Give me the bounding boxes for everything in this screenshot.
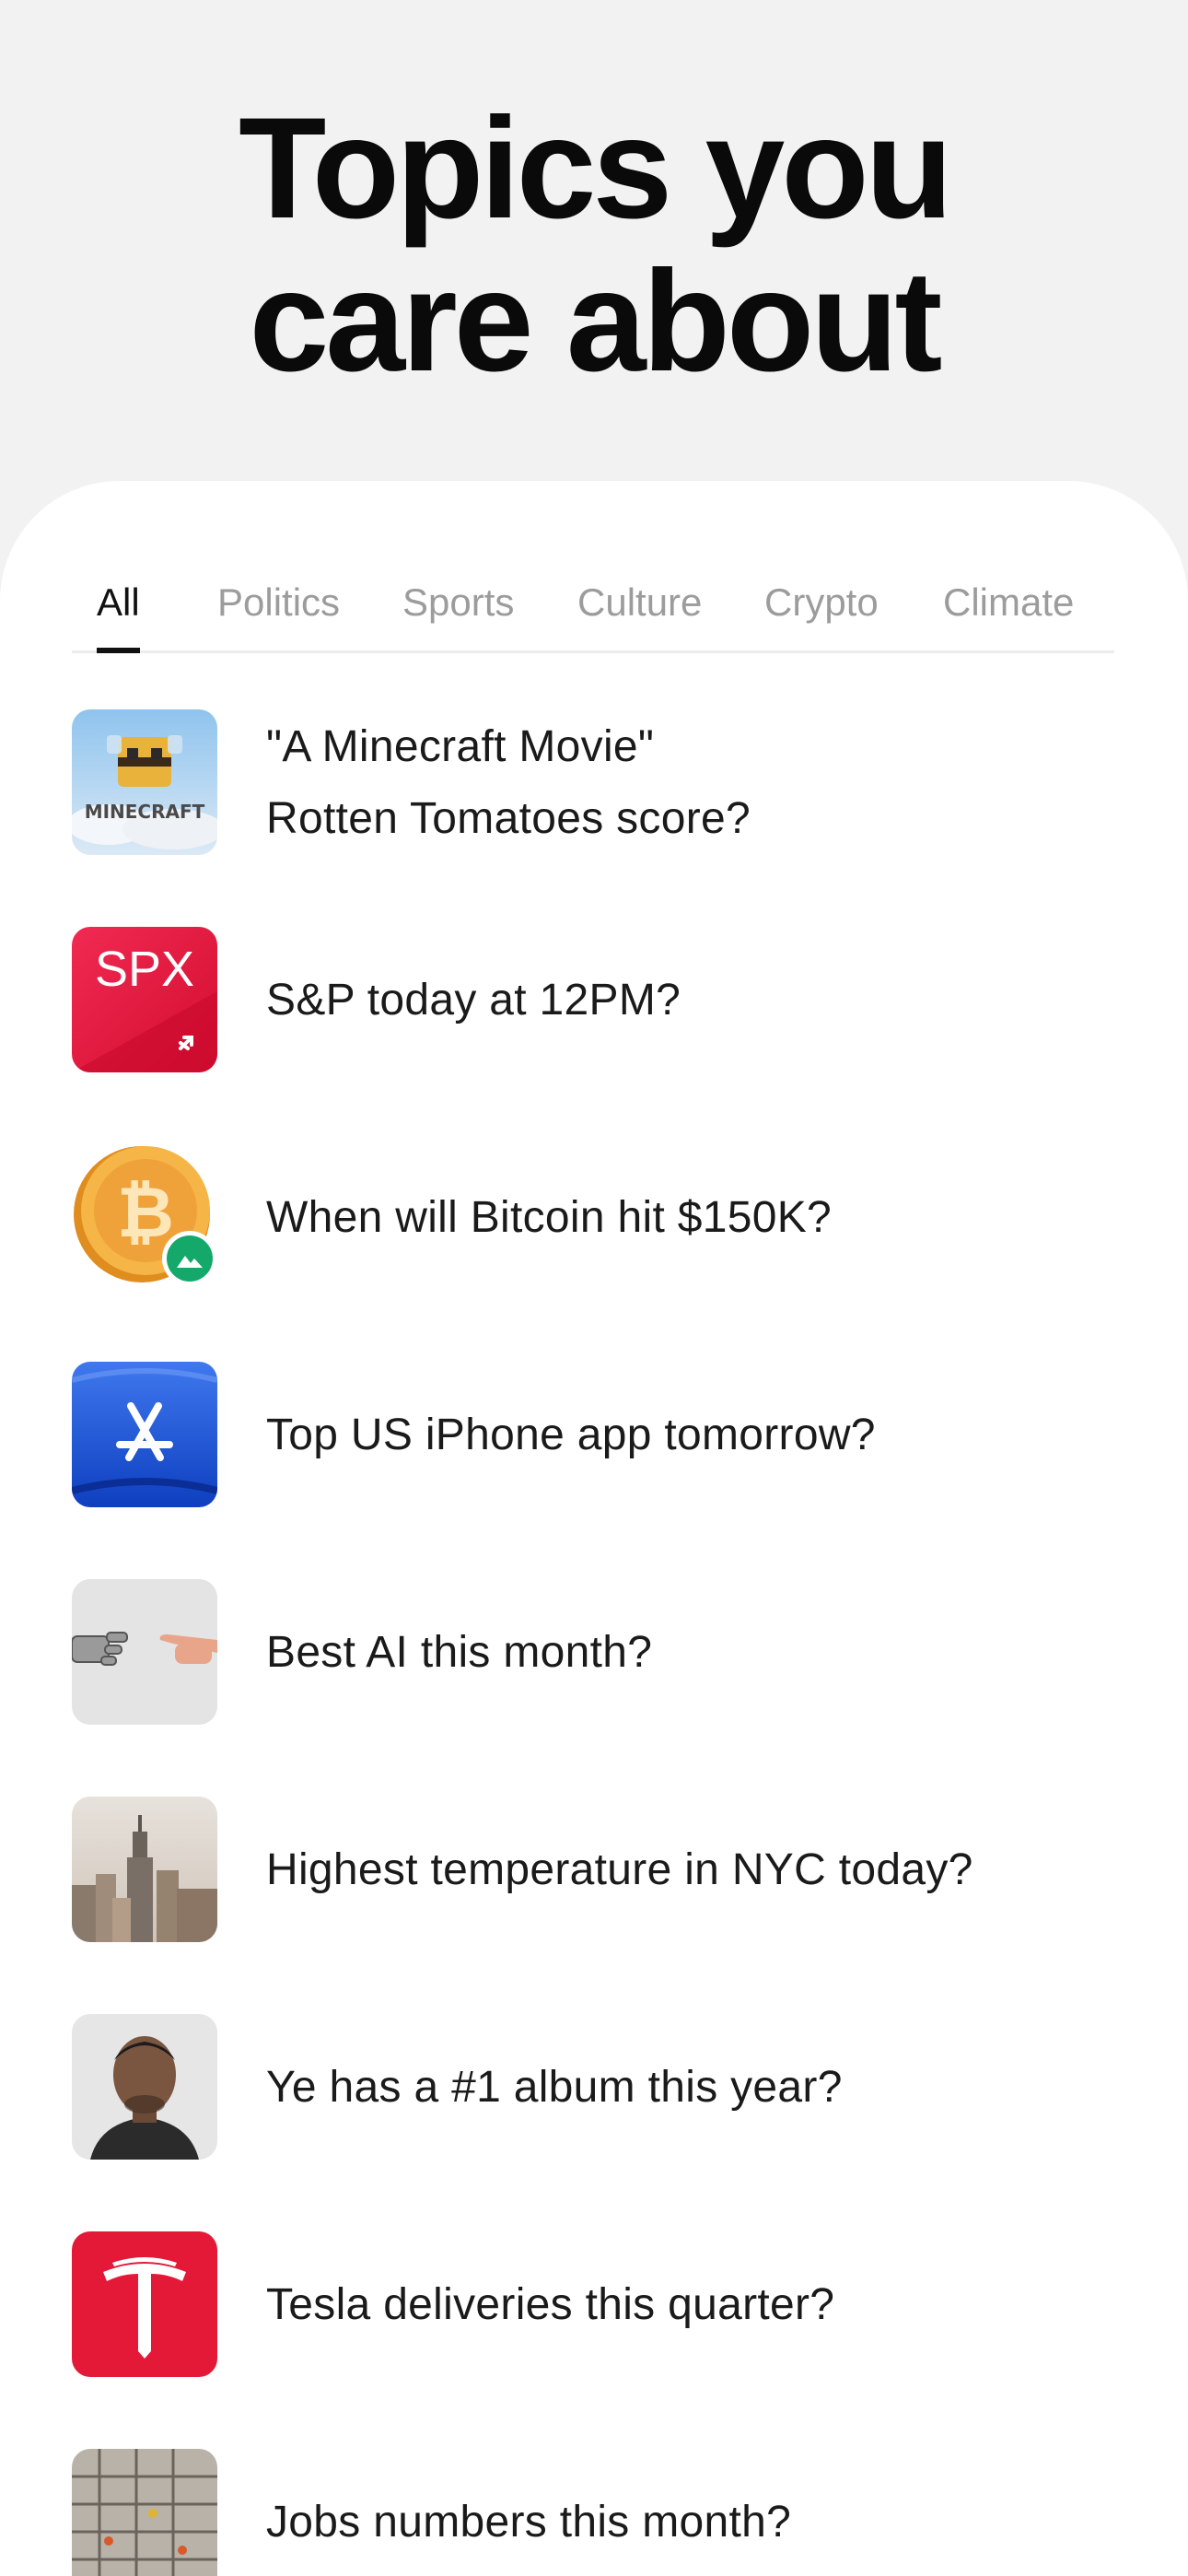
tesla-logo-icon — [72, 2231, 217, 2377]
tab-all[interactable]: All — [97, 555, 140, 653]
minecraft-movie-thumbnail: MINECRAFT — [72, 709, 217, 855]
topic-item-sp-today[interactable]: SPX S&P today at 12PM? — [72, 927, 1116, 1074]
topic-label: Tesla deliveries this quarter? — [266, 2280, 835, 2329]
minecraft-logo-text: MINECRAFT — [85, 801, 205, 823]
tab-culture[interactable]: Culture — [577, 555, 702, 650]
topic-label: Jobs numbers this month? — [266, 2498, 792, 2547]
app-store-icon — [72, 1362, 217, 1507]
page-title: Topics you care about — [0, 92, 1188, 398]
category-tabs: All Politics Sports Culture Crypto Clima… — [72, 555, 1114, 653]
page-title-line-1: Topics you — [239, 88, 953, 249]
topic-item-bitcoin[interactable]: ₿ When will Bitcoin hit $150K? — [72, 1144, 1116, 1292]
bitcoin-symbol: ₿ — [117, 1171, 174, 1253]
robot-human-hands-icon — [72, 1579, 217, 1725]
topic-item-best-ai[interactable]: Best AI this month? — [72, 1579, 1116, 1727]
spx-index-icon: SPX — [72, 927, 217, 1072]
topic-item-minecraft-movie[interactable]: MINECRAFT "A Minecraft Movie" Rotten Tom… — [72, 709, 1116, 857]
hero-header: Topics you care about — [0, 0, 1188, 483]
topic-item-jobs-numbers[interactable]: Jobs numbers this month? — [72, 2449, 1116, 2576]
topic-label-line-1: "A Minecraft Movie" — [266, 722, 655, 771]
topic-label: Top US iPhone app tomorrow? — [266, 1411, 876, 1459]
tab-sports[interactable]: Sports — [402, 555, 514, 650]
page-title-line-2: care about — [249, 241, 943, 402]
ye-portrait-avatar — [72, 2014, 217, 2160]
topic-label-line-2: Rotten Tomatoes score? — [266, 794, 751, 843]
topic-item-tesla-deliveries[interactable]: Tesla deliveries this quarter? — [72, 2231, 1116, 2379]
topic-label: "A Minecraft Movie" Rotten Tomatoes scor… — [266, 709, 1113, 857]
tab-politics[interactable]: Politics — [217, 555, 340, 650]
construction-site-icon — [72, 2449, 217, 2576]
nyc-skyline-icon — [72, 1797, 217, 1942]
topic-item-nyc-temperature[interactable]: Highest temperature in NYC today? — [72, 1797, 1116, 1944]
topic-item-ye-album[interactable]: Ye has a #1 album this year? — [72, 2014, 1116, 2161]
topic-label: Best AI this month? — [266, 1628, 653, 1677]
topic-label: S&P today at 12PM? — [266, 976, 681, 1025]
topic-label: When will Bitcoin hit $150K? — [266, 1193, 833, 1242]
topic-item-top-iphone-app[interactable]: Top US iPhone app tomorrow? — [72, 1362, 1116, 1509]
topics-sheet: All Politics Sports Culture Crypto Clima… — [0, 481, 1188, 2576]
bitcoin-coin-icon: ₿ — [72, 1144, 217, 1290]
tab-crypto[interactable]: Crypto — [764, 555, 879, 650]
spx-text: SPX — [95, 942, 194, 997]
topic-label: Ye has a #1 album this year? — [266, 2063, 843, 2112]
topic-label: Highest temperature in NYC today? — [266, 1845, 973, 1894]
tab-climate[interactable]: Climate — [943, 555, 1074, 650]
